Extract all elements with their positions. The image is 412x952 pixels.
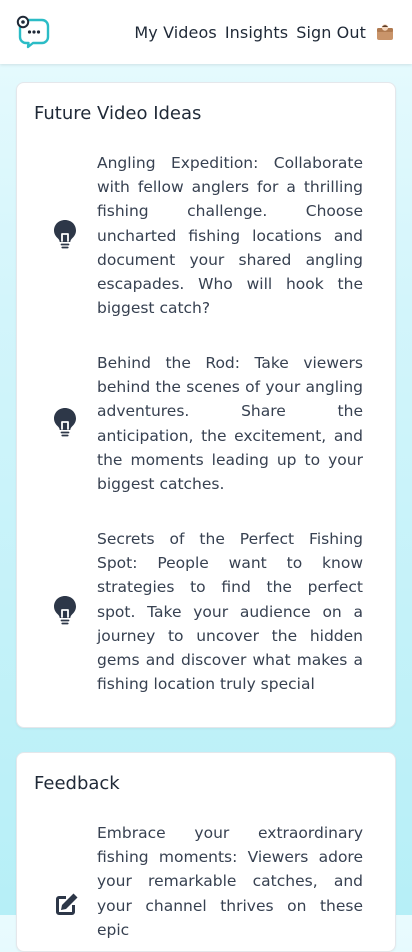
top-navbar: My Videos Insights Sign Out <box>0 0 412 64</box>
lightbulb-icon <box>54 220 76 249</box>
idea-text: Secrets of the Perfect Fishing Spot: Peo… <box>97 530 363 694</box>
idea-text: Angling Expedition: Collaborate with fel… <box>97 154 363 318</box>
lightbulb-icon <box>54 408 76 437</box>
feedback-text: Embrace your extraordinary fishing momen… <box>97 824 363 939</box>
lightbulb-icon <box>54 596 76 625</box>
nav-links: My Videos Insights Sign Out <box>134 0 394 64</box>
future-video-ideas-card: Future Video Ideas Angling Expedition: C… <box>16 82 396 728</box>
feedback-card: Feedback Embrace your extraordinary fish… <box>16 752 396 952</box>
nav-sign-out-link[interactable]: Sign Out <box>296 23 366 42</box>
card-title: Feedback <box>34 773 120 794</box>
card-title: Future Video Ideas <box>34 103 202 124</box>
chat-bubble-logo-icon[interactable] <box>16 15 50 49</box>
nav-my-videos-link[interactable]: My Videos <box>134 23 216 42</box>
idea-text: Behind the Rod: Take viewers behind the … <box>97 354 363 494</box>
nav-insights-link[interactable]: Insights <box>225 23 288 42</box>
user-avatar-icon[interactable] <box>376 23 394 41</box>
